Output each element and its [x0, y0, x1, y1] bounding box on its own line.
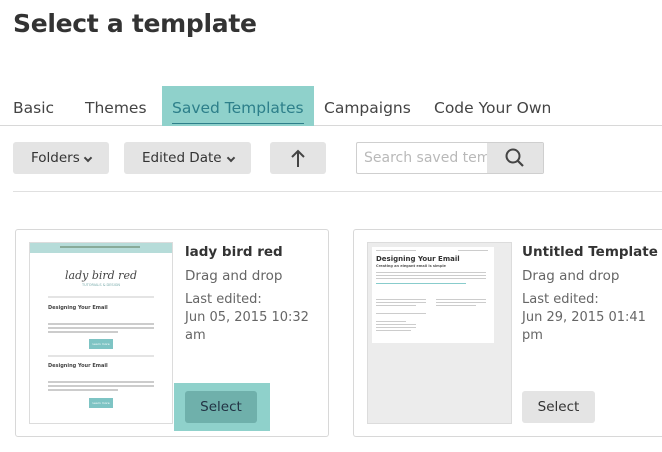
preview-text-line: [436, 299, 486, 300]
last-edited-label: Last edited:: [522, 292, 599, 307]
divider: [13, 191, 662, 192]
search-icon: [505, 148, 524, 167]
tab-label: Code Your Own: [434, 99, 552, 117]
template-preview[interactable]: lady bird red TUTORIALS & DESIGN Designi…: [29, 242, 173, 424]
sort-label: Edited Date: [142, 150, 222, 166]
preview-text-line: [376, 327, 416, 328]
template-type: Drag and drop: [522, 268, 620, 284]
search-input[interactable]: [357, 143, 487, 173]
template-type: Drag and drop: [185, 268, 283, 284]
select-template-button[interactable]: Select: [185, 391, 257, 423]
folders-label: Folders: [31, 150, 80, 166]
preview-text-line: [376, 250, 416, 251]
arrow-up-icon: [291, 149, 305, 167]
tab-themes[interactable]: Themes: [85, 86, 147, 126]
preview-subheading: Creating an elegant email is simple: [376, 264, 446, 268]
preview-text-line: [48, 323, 154, 325]
tab-label: Themes: [85, 99, 147, 117]
preview-button: Learn more: [89, 398, 113, 408]
tab-label: Basic: [13, 99, 55, 117]
sort-dropdown-button[interactable]: Edited Date: [124, 142, 251, 174]
search-box: [356, 142, 544, 174]
preview-text-line: [376, 330, 411, 331]
page-title: Select a template: [13, 9, 257, 38]
preview-text-line: [436, 302, 486, 303]
preview-text-line: [436, 305, 476, 306]
preview-text-line: [376, 313, 426, 314]
preview-brand: lady bird red: [65, 269, 137, 282]
preview-link-line: [376, 283, 466, 284]
preview-text-line: [48, 385, 154, 387]
chevron-down-icon: [83, 153, 93, 163]
preview-heading: Designing Your Email: [48, 305, 108, 311]
preview-text-line: [376, 275, 486, 276]
template-name: lady bird red: [185, 244, 283, 260]
template-name: Untitled Template: [522, 244, 658, 260]
preview-header-text: [60, 246, 140, 248]
preview-divider: [48, 355, 154, 357]
preview-text-line: [376, 321, 406, 322]
template-card: Designing Your Email Creating an elegant…: [353, 229, 662, 437]
preview-heading: Designing Your Email: [48, 363, 108, 369]
last-edited-date: Jun 29, 2015 01:41 pm: [522, 310, 646, 343]
template-preview[interactable]: Designing Your Email Creating an elegant…: [367, 242, 512, 424]
tab-campaigns[interactable]: Campaigns: [324, 86, 411, 126]
preview-text-line: [376, 299, 426, 300]
tab-code-your-own[interactable]: Code Your Own: [434, 86, 551, 126]
preview-text-line: [376, 305, 416, 306]
preview-text-line: [48, 381, 154, 383]
search-button[interactable]: [487, 143, 543, 173]
tab-label: Saved Templates: [172, 99, 304, 117]
tab-label: Campaigns: [324, 99, 411, 117]
tab-basic[interactable]: Basic: [13, 86, 54, 126]
preview-text-line: [48, 389, 118, 391]
preview-text-line: [48, 331, 118, 333]
preview-text-line: [376, 324, 416, 325]
preview-text-line: [48, 327, 154, 329]
preview-header-bar: [30, 243, 172, 253]
select-template-button[interactable]: Select: [522, 391, 595, 423]
preview-tagline: TUTORIALS & DESIGN: [81, 283, 121, 287]
last-edited-label: Last edited:: [185, 292, 262, 307]
tab-saved-templates[interactable]: Saved Templates: [162, 86, 314, 126]
preview-text-line: [458, 250, 488, 251]
template-card: lady bird red TUTORIALS & DESIGN Designi…: [15, 229, 329, 437]
preview-text-line: [376, 272, 486, 273]
preview-text-line: [376, 278, 486, 279]
preview-button: Learn more: [89, 339, 113, 349]
last-edited-date: Jun 05, 2015 10:32 am: [185, 310, 309, 343]
preview-divider: [48, 296, 154, 298]
template-tabs: Basic Themes Saved Templates Campaigns C…: [0, 86, 662, 126]
preview-text-line: [376, 302, 426, 303]
active-tab-underline: [172, 123, 304, 124]
sort-direction-button[interactable]: [270, 142, 326, 174]
folders-dropdown-button[interactable]: Folders: [13, 142, 109, 174]
chevron-down-icon: [226, 153, 236, 163]
preview-heading: Designing Your Email: [376, 255, 460, 263]
